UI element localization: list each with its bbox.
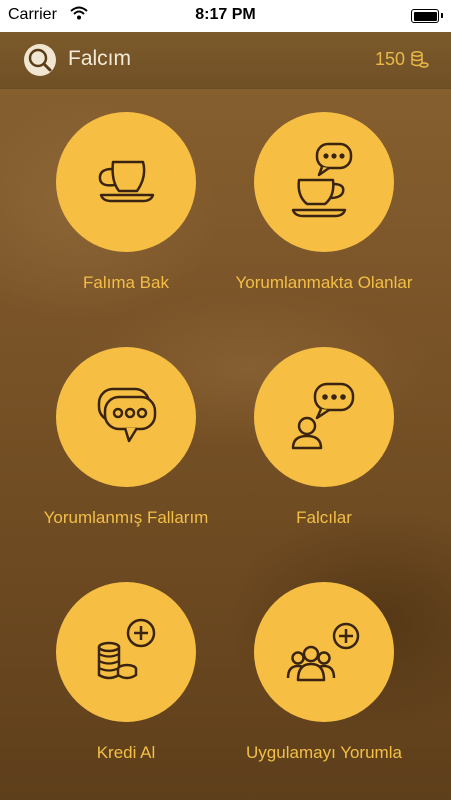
group-plus-icon bbox=[286, 622, 360, 682]
menu-label: Kredi Al bbox=[96, 743, 156, 762]
menu-tile-falima-bak[interactable]: Falıma Bak bbox=[26, 88, 226, 308]
credit-count: 150 bbox=[374, 49, 405, 69]
menu-circle-button[interactable] bbox=[56, 112, 196, 252]
menu-circle-button[interactable] bbox=[56, 347, 196, 487]
cup-saucer-icon bbox=[98, 160, 155, 203]
credit-balance[interactable]: 150 bbox=[375, 49, 429, 70]
menu-label: Falcılar bbox=[296, 508, 352, 527]
magnifier-logo-icon[interactable] bbox=[22, 42, 58, 78]
menu-label: Falıma Bak bbox=[83, 273, 169, 292]
battery-icon bbox=[411, 9, 443, 23]
coins-plus-icon bbox=[97, 618, 156, 680]
menu-label: Uygulamayı Yorumla bbox=[246, 743, 402, 762]
menu-tile-yorumlanmakta-olanlar[interactable]: Yorumlanmakta Olanlar bbox=[224, 88, 424, 308]
double-speech-bubble-icon bbox=[97, 387, 157, 443]
status-time: 8:17 PM bbox=[195, 6, 256, 23]
menu-label: Yorumlanmış Fallarım bbox=[43, 508, 209, 527]
menu-circle-button[interactable] bbox=[254, 582, 394, 722]
main-menu-grid: Falıma Bak Yorumlanmakta Olanlar Yorumla… bbox=[0, 88, 451, 800]
menu-label: Yorumlanmakta Olanlar bbox=[235, 273, 413, 292]
menu-tile-falcilar[interactable]: Falcılar bbox=[224, 323, 424, 543]
app-title: Falcım bbox=[68, 47, 131, 70]
menu-circle-button[interactable] bbox=[254, 347, 394, 487]
menu-tile-uygulamayi-yorumla[interactable]: Uygulamayı Yorumla bbox=[224, 558, 424, 778]
cup-speech-bubble-icon bbox=[291, 142, 353, 218]
person-speech-bubble-icon bbox=[291, 382, 355, 450]
navigation-bar: Falcım 150 bbox=[0, 32, 451, 89]
menu-tile-yorumlanmis-fallarim[interactable]: Yorumlanmış Fallarım bbox=[26, 323, 226, 543]
status-bar: Carrier 8:17 PM bbox=[0, 0, 451, 32]
menu-circle-button[interactable] bbox=[56, 582, 196, 722]
menu-circle-button[interactable] bbox=[254, 112, 394, 252]
coins-icon bbox=[411, 50, 429, 70]
menu-tile-kredi-al[interactable]: Kredi Al bbox=[26, 558, 226, 778]
